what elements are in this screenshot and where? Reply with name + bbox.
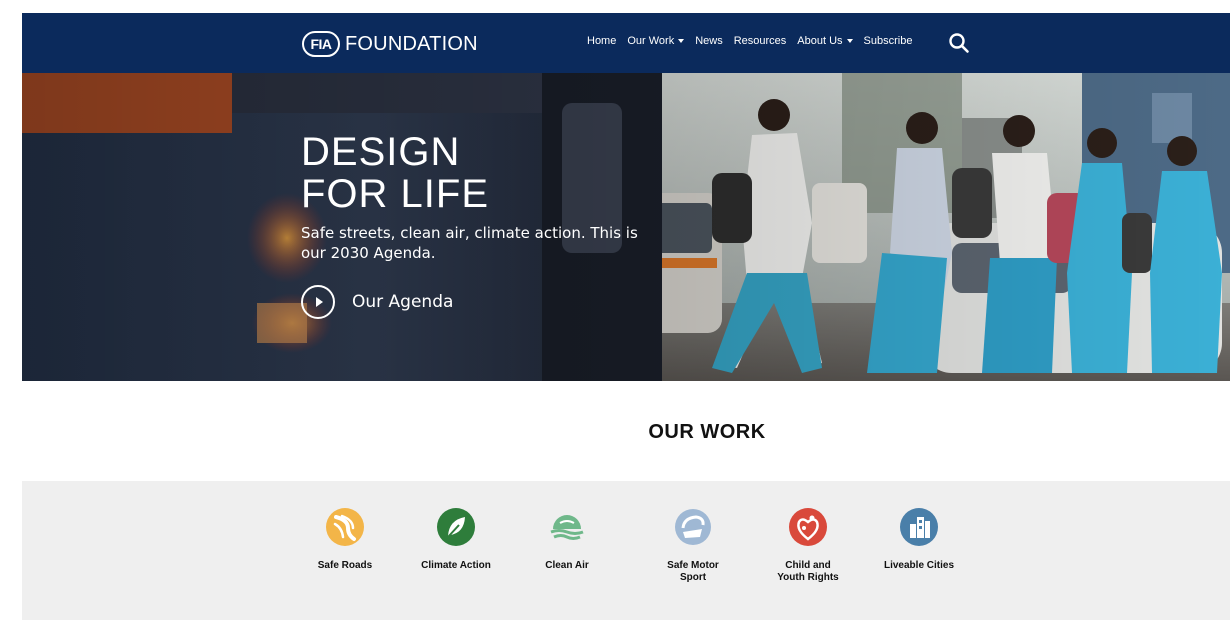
fia-foundation-logo[interactable]: FIA FOUNDATION — [302, 28, 478, 60]
logo-text: FOUNDATION — [345, 32, 478, 55]
top-navbar: FIA FOUNDATION Home Our Work News Resour… — [22, 13, 1230, 73]
liveable-cities-icon — [900, 508, 938, 546]
our-agenda-label: Our Agenda — [352, 292, 454, 312]
hero-banner: DESIGN FOR LIFE Safe streets, clean air,… — [22, 73, 1230, 381]
nav-our-work-label: Our Work — [627, 35, 675, 47]
work-item-safe-motor-sport[interactable]: Safe Motor Sport — [643, 508, 743, 584]
work-label-child-youth-rights: Child and Youth Rights — [777, 560, 839, 583]
nav-news[interactable]: News — [695, 35, 723, 47]
page: FIA FOUNDATION Home Our Work News Resour… — [22, 13, 1230, 620]
our-work-heading: OUR WORK — [648, 421, 766, 443]
hero-subtitle: Safe streets, clean air, climate action.… — [301, 224, 638, 262]
play-circle-icon — [301, 285, 335, 319]
child-youth-rights-icon — [789, 508, 827, 546]
hero-title: DESIGN FOR LIFE — [301, 130, 490, 216]
climate-action-icon — [437, 508, 475, 546]
nav-subscribe-label: Subscribe — [863, 35, 913, 47]
our-work-band: Safe Roads Climate Action Clean Air Safe… — [22, 481, 1230, 620]
main-nav: Home Our Work News Resources About Us Su… — [587, 35, 923, 47]
work-label-liveable-cities: Liveable Cities — [883, 560, 955, 571]
work-item-liveable-cities[interactable]: Liveable Cities — [869, 508, 969, 572]
work-item-climate-action[interactable]: Climate Action — [406, 508, 506, 572]
our-agenda-link[interactable]: Our Agenda — [301, 285, 453, 319]
nav-about-us[interactable]: About Us — [797, 35, 853, 47]
nav-about-us-label: About Us — [797, 35, 843, 47]
safe-roads-icon — [326, 508, 364, 546]
work-label-safe-roads: Safe Roads — [317, 560, 373, 571]
chevron-down-icon — [846, 39, 853, 43]
nav-resources[interactable]: Resources — [734, 35, 787, 47]
work-label-safe-motor-sport: Safe Motor Sport — [667, 560, 719, 583]
nav-home-label: Home — [587, 35, 617, 47]
work-label-clean-air: Clean Air — [545, 560, 589, 571]
nav-subscribe[interactable]: Subscribe — [864, 35, 913, 47]
work-label-climate-action: Climate Action — [421, 560, 491, 571]
nav-resources-label: Resources — [733, 35, 787, 47]
nav-news-label: News — [695, 35, 723, 47]
work-item-clean-air[interactable]: Clean Air — [517, 508, 617, 572]
clean-air-icon — [550, 515, 584, 540]
fia-logo-badge: FIA — [302, 31, 340, 57]
safe-motor-sport-icon — [675, 509, 711, 545]
nav-home[interactable]: Home — [587, 35, 616, 47]
chevron-down-icon — [678, 39, 685, 43]
search-icon[interactable] — [948, 32, 970, 54]
work-item-child-youth-rights[interactable]: Child and Youth Rights — [758, 508, 858, 584]
work-item-safe-roads[interactable]: Safe Roads — [295, 508, 395, 572]
nav-our-work[interactable]: Our Work — [627, 35, 685, 47]
